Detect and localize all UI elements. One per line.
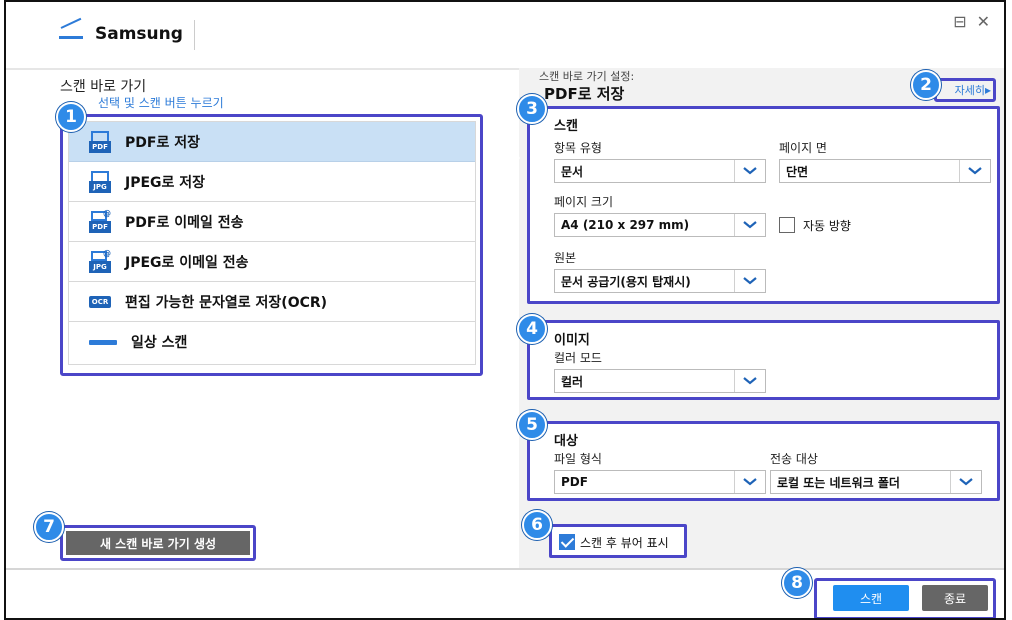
callout-badge-2: 2 [911,70,941,100]
show-viewer-label: 스캔 후 뷰어 표시 [580,536,669,550]
auto-orientation-label: 자동 방향 [803,219,851,233]
chevron-down-icon [734,370,765,392]
chevron-down-icon [950,471,981,493]
page-side-select[interactable]: 단면 [779,159,991,183]
page-side-value: 단면 [786,164,809,179]
shortcut-pane-title: 스캔 바로 가기 [60,79,147,95]
callout-badge-7: 7 [34,512,64,542]
file-format-value: PDF [561,475,588,489]
color-mode-value: 컬러 [561,374,584,389]
scan-to-pdf-icon: PDF [89,130,111,153]
settings-title: PDF로 저장 [544,85,625,103]
scan-panel: 스캔 항목 유형 문서 페이지 면 단면 페이지 크기 A4 (210 x 29… [527,106,1000,304]
image-panel-title: 이미지 [554,333,590,348]
email-pdf-icon: @ PDF [89,209,111,233]
destination-panel: 대상 파일 형식 PDF 전송 대상 로컬 또는 네트워크 폴더 [527,421,1000,501]
show-viewer-checkbox[interactable] [559,534,575,550]
scan-panel-title: 스캔 [554,119,578,134]
file-format-label: 파일 형식 [554,452,602,466]
shortcut-item-label: PDF로 이메일 전송 [125,214,244,231]
email-jpeg-icon: @ JPG [89,249,111,273]
scan-to-jpeg-icon: JPG [89,170,111,193]
details-link[interactable]: 자세히 ▸ [934,78,996,102]
scan-dialog: Samsung ⊟ ✕ 스캔 바로 가기 선택 및 스캔 버튼 누르기 PDF … [4,0,1006,620]
page-size-label: 페이지 크기 [554,195,614,209]
color-mode-select[interactable]: 컬러 [554,369,766,393]
ocr-icon: OCR [89,295,111,308]
shortcut-item-label: JPEG로 이메일 전송 [125,254,249,271]
shortcut-pane: 스캔 바로 가기 선택 및 스캔 버튼 누르기 PDF PDF로 저장 JPG … [6,68,519,568]
item-type-value: 문서 [561,164,584,179]
chevron-right-icon: ▸ [984,83,991,97]
callout-badge-1: 1 [56,102,86,132]
header: Samsung ⊟ ✕ [6,2,1004,70]
window-controls: ⊟ ✕ [953,12,990,31]
settings-pane: 스캔 바로 가기 설정: PDF로 저장 자세히 ▸ 스캔 항목 유형 문서 페이… [519,68,1004,568]
shortcut-list-highlight: PDF PDF로 저장 JPG JPEG로 저장 @ PDF PDF로 이메일 전… [60,114,483,376]
everyday-scan-icon [89,339,117,345]
close-icon[interactable]: ✕ [977,12,990,31]
send-to-value: 로컬 또는 네트워크 폴더 [777,475,900,490]
new-shortcut-button[interactable]: 새 스캔 바로 가기 생성 [66,531,250,555]
page-size-value: A4 (210 x 297 mm) [561,218,690,232]
shortcut-item-label: JPEG로 저장 [125,174,206,191]
page-size-select[interactable]: A4 (210 x 297 mm) [554,213,766,237]
chevron-down-icon [734,160,765,182]
file-format-select[interactable]: PDF [554,470,766,494]
settings-caption: 스캔 바로 가기 설정: [539,70,635,83]
shortcut-pane-instruction: 선택 및 스캔 버튼 누르기 [98,96,224,110]
selection-pointer [506,138,520,178]
shortcut-list: PDF PDF로 저장 JPG JPEG로 저장 @ PDF PDF로 이메일 전… [68,121,476,365]
scan-button[interactable]: 스캔 [833,585,909,611]
scanner-logo-icon [59,17,83,43]
shortcut-item-ocr[interactable]: OCR 편집 가능한 문자열로 저장(OCR) [69,282,475,322]
details-label: 자세히 [954,84,985,97]
source-value: 문서 공급기(용지 탑재시) [561,274,691,289]
source-label: 원본 [554,251,577,265]
auto-orientation-checkbox[interactable] [779,217,795,233]
callout-badge-5: 5 [517,410,547,440]
item-type-select[interactable]: 문서 [554,159,766,183]
shortcut-item-email-jpeg[interactable]: @ JPG JPEG로 이메일 전송 [69,242,475,282]
callout-badge-4: 4 [517,314,547,344]
logo: Samsung [59,17,183,44]
show-viewer-highlight: 스캔 후 뷰어 표시 [549,524,687,558]
source-select[interactable]: 문서 공급기(용지 탑재시) [554,269,766,293]
destination-panel-title: 대상 [554,434,578,449]
shortcut-item-label: 일상 스캔 [131,335,188,351]
brand-name: Samsung [95,24,183,44]
chevron-down-icon [959,160,990,182]
send-to-select[interactable]: 로컬 또는 네트워크 폴더 [770,470,982,494]
shortcut-item-jpeg-save[interactable]: JPG JPEG로 저장 [69,162,475,202]
shortcut-item-everyday-scan[interactable]: 일상 스캔 [69,322,475,362]
send-to-label: 전송 대상 [770,452,818,466]
shortcut-item-label: PDF로 저장 [125,134,200,151]
callout-badge-6: 6 [522,510,552,540]
new-shortcut-highlight: 새 스캔 바로 가기 생성 [60,525,256,561]
header-divider [194,20,195,50]
image-panel: 이미지 컬러 모드 컬러 [527,320,1000,400]
shortcut-item-label: 편집 가능한 문자열로 저장(OCR) [125,294,328,311]
chevron-down-icon [734,471,765,493]
item-type-label: 항목 유형 [554,141,602,155]
chevron-down-icon [734,214,765,236]
shortcut-item-email-pdf[interactable]: @ PDF PDF로 이메일 전송 [69,202,475,242]
callout-badge-3: 3 [517,94,547,124]
color-mode-label: 컬러 모드 [554,351,602,365]
close-button[interactable]: 종료 [922,585,988,611]
callout-badge-8: 8 [782,568,812,598]
minimize-icon[interactable]: ⊟ [953,12,966,31]
page-side-label: 페이지 면 [779,141,827,155]
chevron-down-icon [734,270,765,292]
shortcut-item-pdf-save[interactable]: PDF PDF로 저장 [69,122,475,162]
